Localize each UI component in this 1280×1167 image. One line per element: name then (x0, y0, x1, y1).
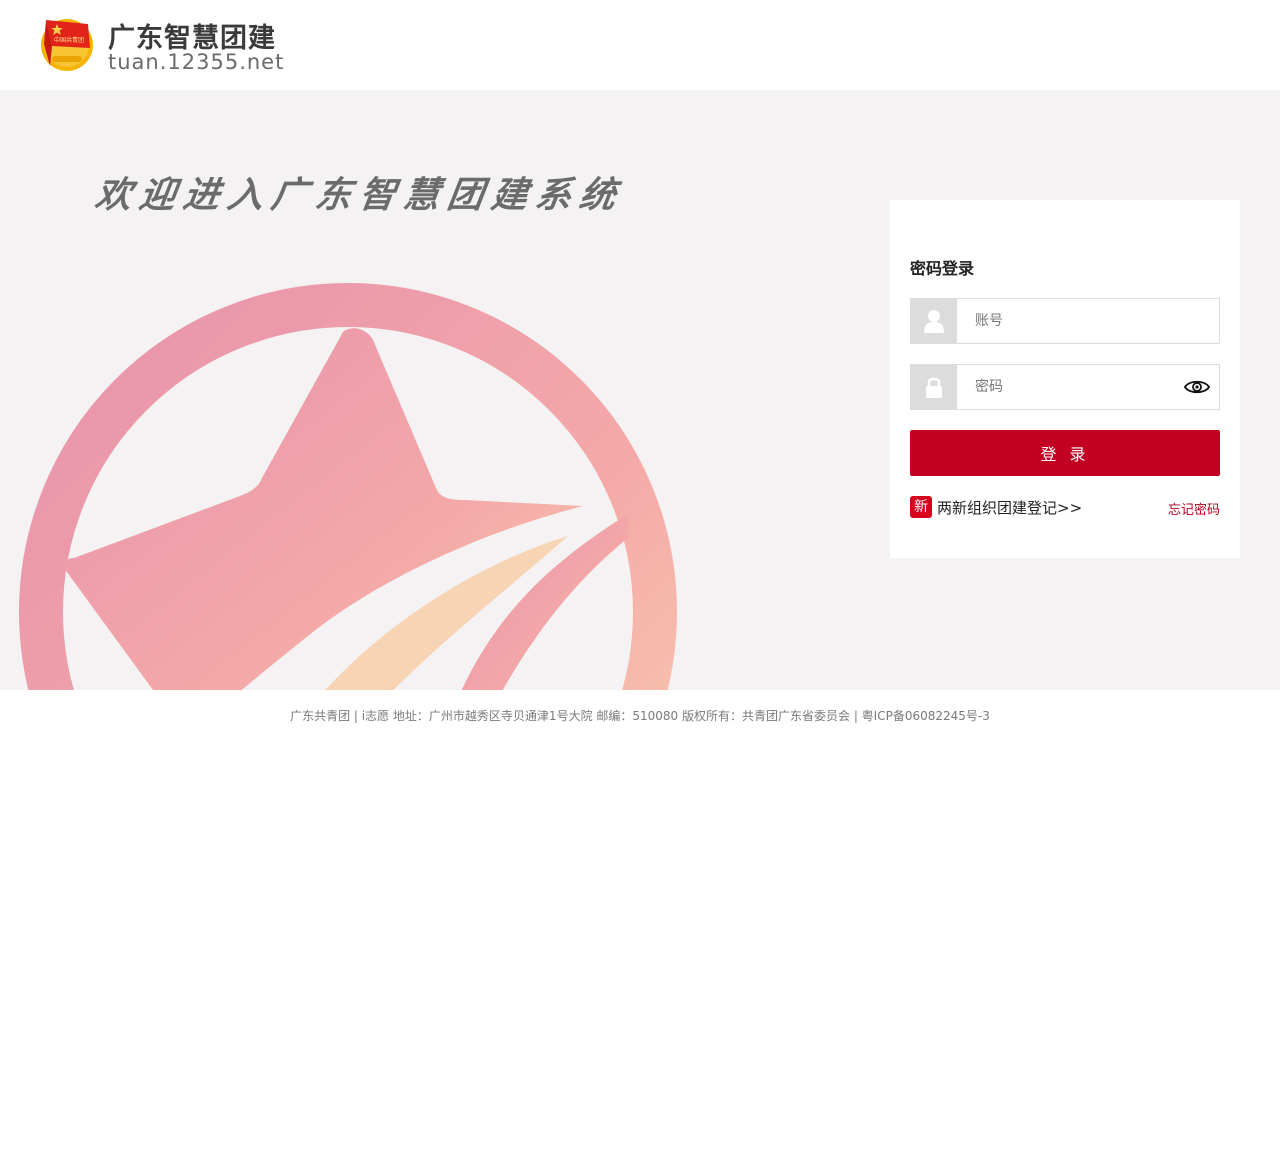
site-domain: tuan.12355.net (108, 50, 285, 74)
user-icon (911, 299, 957, 343)
footer-text: 广东共青团 | i志愿 地址：广州市越秀区寺贝通津1号大院 邮编：510080 … (290, 709, 990, 723)
league-star-emblem-graphic (19, 283, 677, 690)
lock-icon (911, 365, 957, 409)
emblem-text: 中国共青团 (54, 36, 84, 44)
league-emblem-icon: 中国共青团 (41, 19, 93, 71)
welcome-heading: 欢迎进入广东智慧团建系统 (92, 175, 627, 216)
register-link[interactable]: 新 两新组织团建登记>> (910, 496, 1082, 518)
password-input[interactable] (975, 365, 1175, 409)
password-field[interactable] (910, 364, 1220, 410)
account-input[interactable] (975, 299, 1175, 343)
forgot-password-link[interactable]: 忘记密码 (1168, 499, 1220, 518)
eye-icon[interactable] (1183, 375, 1211, 399)
hero-banner: 欢迎进入广东智慧团建系统 密码登录 账号 登 录 新 两新组织团建登记>> 忘记… (0, 90, 1280, 690)
footer: 广东共青团 | i志愿 地址：广州市越秀区寺贝通津1号大院 邮编：510080 … (0, 690, 1280, 740)
register-link-label[interactable]: 两新组织团建登记>> (937, 497, 1082, 518)
header: 中国共青团 广东智慧团建 tuan.12355.net (0, 0, 1280, 90)
league-emblem-logo[interactable]: 中国共青团 (38, 14, 96, 72)
new-badge: 新 (910, 496, 932, 518)
login-card: 密码登录 账号 登 录 新 两新组织团建登记>> 忘记密码 (890, 200, 1240, 558)
account-field[interactable] (910, 298, 1220, 344)
login-button[interactable]: 登 录 (910, 430, 1220, 476)
login-title: 密码登录 (910, 259, 975, 278)
